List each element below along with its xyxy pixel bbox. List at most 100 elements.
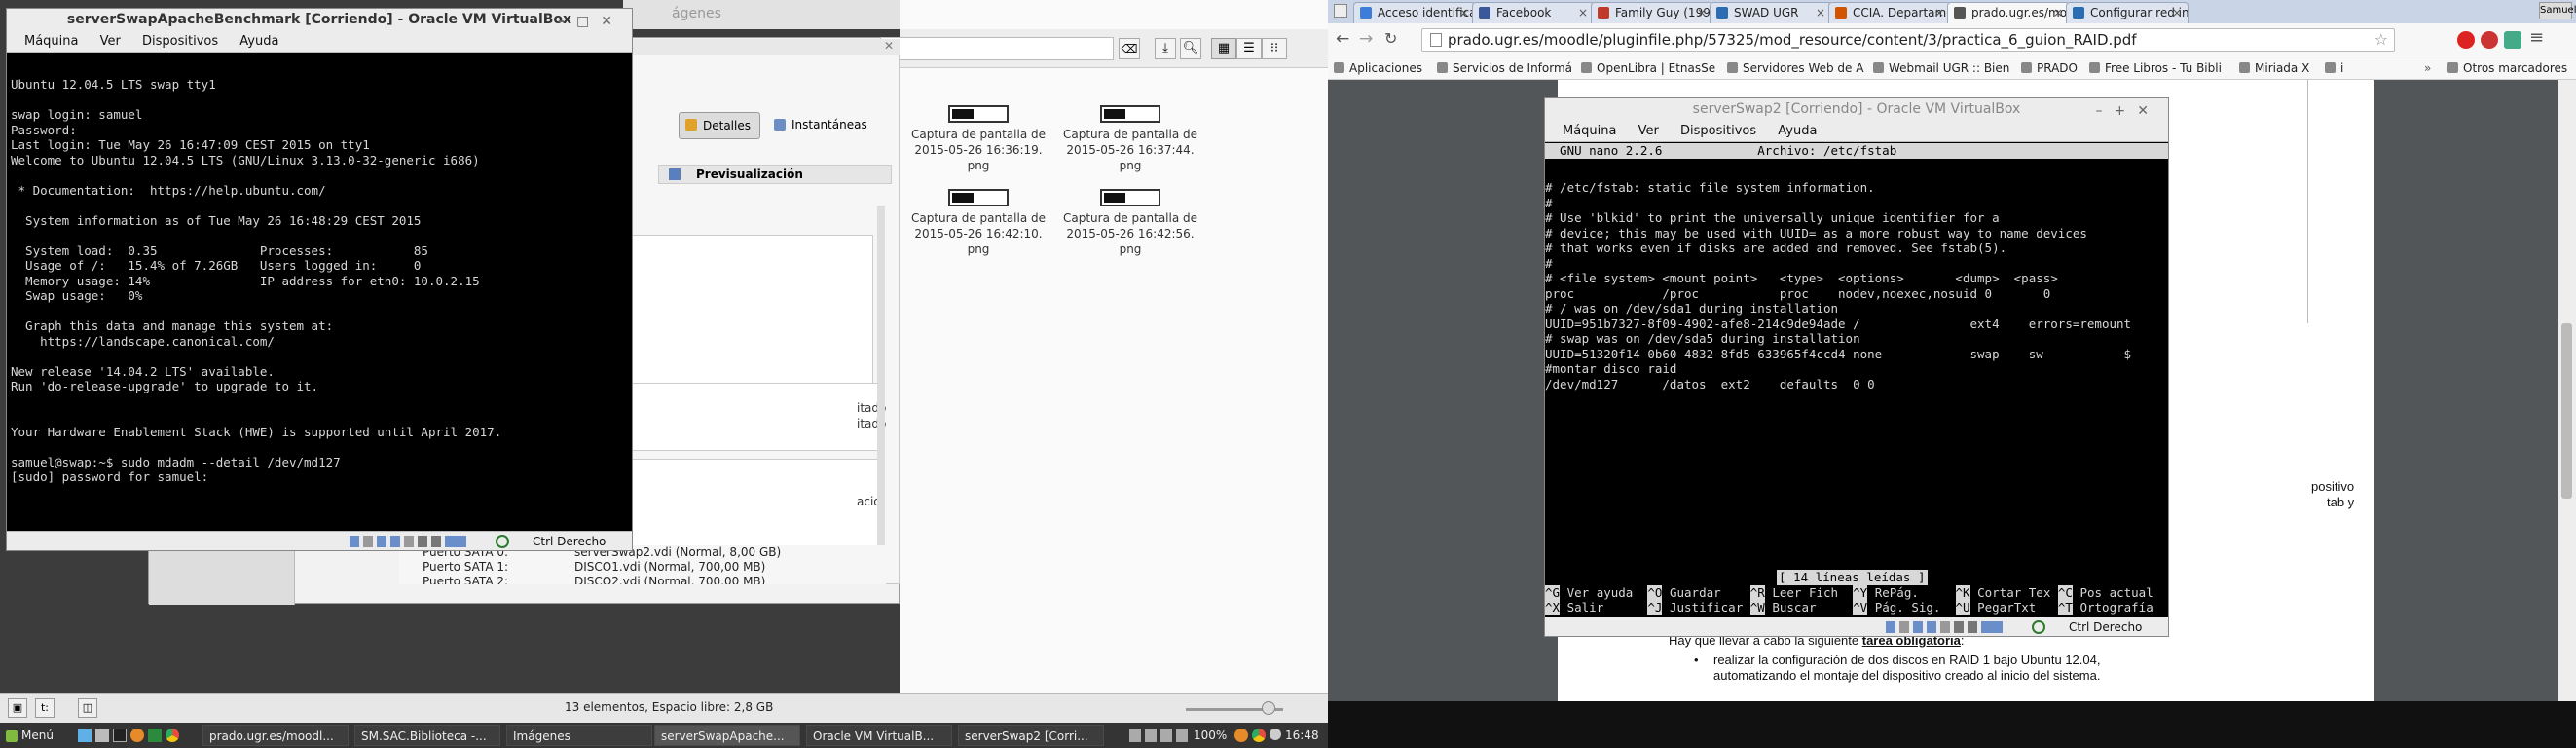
bookmark-star-icon[interactable]: ☆ [2374,29,2388,51]
bookmark-item[interactable]: OpenLibra | EtnasSe [1581,56,1715,80]
bookmark-item[interactable]: Miriada X [2239,56,2309,80]
task-images[interactable]: Imágenes [506,725,652,746]
bookmark-item[interactable]: PRADO [2021,56,2078,80]
desktop-icon[interactable] [78,729,92,742]
menu-devices[interactable]: Dispositivos [1680,121,1756,142]
close-icon[interactable]: ✕ [2137,103,2160,119]
places-toggle-button[interactable]: ▣ [8,698,27,718]
files-icon[interactable] [95,729,109,742]
close-icon[interactable]: × [1816,3,1825,22]
extension-icon[interactable] [2481,31,2498,49]
compact-view-button[interactable]: ⁝⁝ [1262,38,1287,59]
gedit-icon[interactable] [148,729,162,742]
vm-titlebar[interactable]: serverSwap2 [Corriendo] - Oracle VM Virt… [1545,98,2168,121]
back-icon[interactable]: ← [1336,29,1349,49]
menu-view[interactable]: Ver [1638,121,1659,142]
menu-machine[interactable]: Máquina [1563,121,1617,142]
firefox-tray-icon[interactable] [1234,729,1248,742]
bookmark-item[interactable]: Webmail UGR :: Bien [1873,56,2009,80]
scrollbar[interactable] [877,206,885,576]
search-button[interactable]: 🔍︎ [1180,38,1201,59]
minimize-icon[interactable]: – [558,14,576,29]
clear-location-button[interactable]: ⌫ [1119,38,1140,59]
adblock-icon[interactable] [2457,31,2475,49]
device-status-icons[interactable] [1886,621,2003,633]
file-thumbnail[interactable]: Captura de pantalla de 2015-05-26 16:42:… [1057,189,1203,257]
list-view-button[interactable]: ☰ [1236,38,1262,59]
chrome-tray-icon[interactable] [1252,729,1266,742]
path-edit-button[interactable]: ⤓ [1155,38,1176,59]
close-icon[interactable]: × [1697,3,1707,22]
pdf-scrollbar-thumb[interactable] [2561,323,2572,499]
menu-machine[interactable]: Máquina [24,31,79,53]
url-bar[interactable]: prado.ugr.es/moodle/pluginfile.php/57325… [1421,28,2395,52]
menu-help[interactable]: Ayuda [1778,121,1817,142]
chrome-icon[interactable] [166,729,179,742]
other-bookmarks[interactable]: Otros marcadores [2447,56,2567,80]
tab-list-icon[interactable] [1334,4,1347,18]
task-vm-apache[interactable]: serverSwapApache... [654,725,800,746]
icon-view-button[interactable]: ▦ [1211,38,1236,59]
bookmark-item[interactable]: Servidores Web de A [1727,56,1863,80]
clock[interactable]: 16:48 [1285,723,1319,748]
tray-icons[interactable] [1129,729,1188,742]
close-icon[interactable]: × [1459,3,1469,22]
vm-title: serverSwap2 [Corriendo] - Oracle VM Virt… [1692,101,2021,117]
device-status-icons[interactable] [350,536,466,547]
close-icon[interactable]: × [1578,3,1588,22]
extension-icon-2[interactable] [2504,31,2521,49]
battery-level[interactable]: 100% [1194,723,1227,748]
file-thumbnail[interactable]: Captura de pantalla de 2015-05-26 16:37:… [1057,105,1203,173]
reload-icon[interactable]: ↻ [1384,29,1397,48]
location-input[interactable] [880,37,1114,60]
volume-icon[interactable] [1270,729,1281,740]
preview-section-header[interactable]: Previsualización [658,165,892,184]
browser-tab[interactable]: Family Guy (1999 × [1591,2,1713,23]
browser-tab[interactable]: CCIA. Departame × [1828,2,1951,23]
bookmark-apps[interactable]: Aplicaciones [1334,56,1422,80]
maximize-icon[interactable]: + [2115,103,2138,119]
vm-titlebar[interactable]: serverSwapApacheBenchmark [Corriendo] - … [7,9,632,31]
sidebar-toggle-button[interactable]: ◫ [78,698,97,718]
task-vm-swap2[interactable]: serverSwap2 [Corri... [958,725,1104,746]
close-icon[interactable]: ✕ [601,14,624,29]
bookmark-item[interactable]: Servicios de Informá [1437,56,1572,80]
menu-help[interactable]: Ayuda [239,31,278,53]
close-icon[interactable]: × [2053,3,2063,22]
bookmark-item[interactable]: Free Libros - Tu Bibli [2089,56,2222,80]
menu-button[interactable]: Menú [6,723,54,748]
browser-tab[interactable]: Acceso identificac × [1353,2,1476,23]
profile-button[interactable]: Samuel [2539,2,2576,19]
terminal-toggle-button[interactable]: t: [35,698,55,718]
close-icon[interactable]: × [2172,3,2182,22]
vm-terminal[interactable]: Ubuntu 12.04.5 LTS swap tty1 swap login:… [11,77,501,485]
more-bookmarks-icon[interactable]: » [2424,56,2431,80]
snapshots-button[interactable]: Instantáneas [770,112,871,139]
terminal-icon[interactable] [113,729,127,742]
menu-devices[interactable]: Dispositivos [142,31,218,53]
bookmark-item[interactable]: i [2325,56,2343,80]
nano-editor[interactable]: # /etc/fstab: static file system informa… [1545,180,2131,392]
menu-icon[interactable]: ≡ [2529,27,2544,48]
file-thumbnail[interactable]: Captura de pantalla de 2015-05-26 16:36:… [905,105,1051,173]
browser-tab[interactable]: SWAD UGR × [1710,2,1832,23]
close-icon[interactable]: × [1934,3,1944,22]
nano-shortcut-label: Ver ayuda [1560,585,1648,600]
forward-icon[interactable]: → [1359,29,1373,49]
firefox-icon[interactable] [130,729,144,742]
zoom-slider-handle[interactable] [1262,701,1275,715]
browser-tab[interactable]: prado.ugr.es/mo × [1947,2,2070,23]
task-chrome[interactable]: prado.ugr.es/moodl... [202,725,349,746]
browser-tab[interactable]: Configurar red int × [2066,2,2189,23]
menu-view[interactable]: Ver [100,31,121,53]
maximize-icon[interactable]: □ [576,14,601,29]
task-virtualbox[interactable]: Oracle VM VirtualB... [806,725,952,746]
close-icon[interactable]: ✕ [623,39,900,55]
pdf-text-fragment: positivo [2311,479,2355,494]
task-library[interactable]: SM.SAC.Biblioteca -... [354,725,500,746]
minimize-icon[interactable]: – [2096,103,2115,119]
file-thumbnail[interactable]: Captura de pantalla de 2015-05-26 16:42:… [905,189,1051,257]
details-button[interactable]: Detalles [679,112,760,139]
browser-tab[interactable]: Facebook × [1472,2,1595,23]
